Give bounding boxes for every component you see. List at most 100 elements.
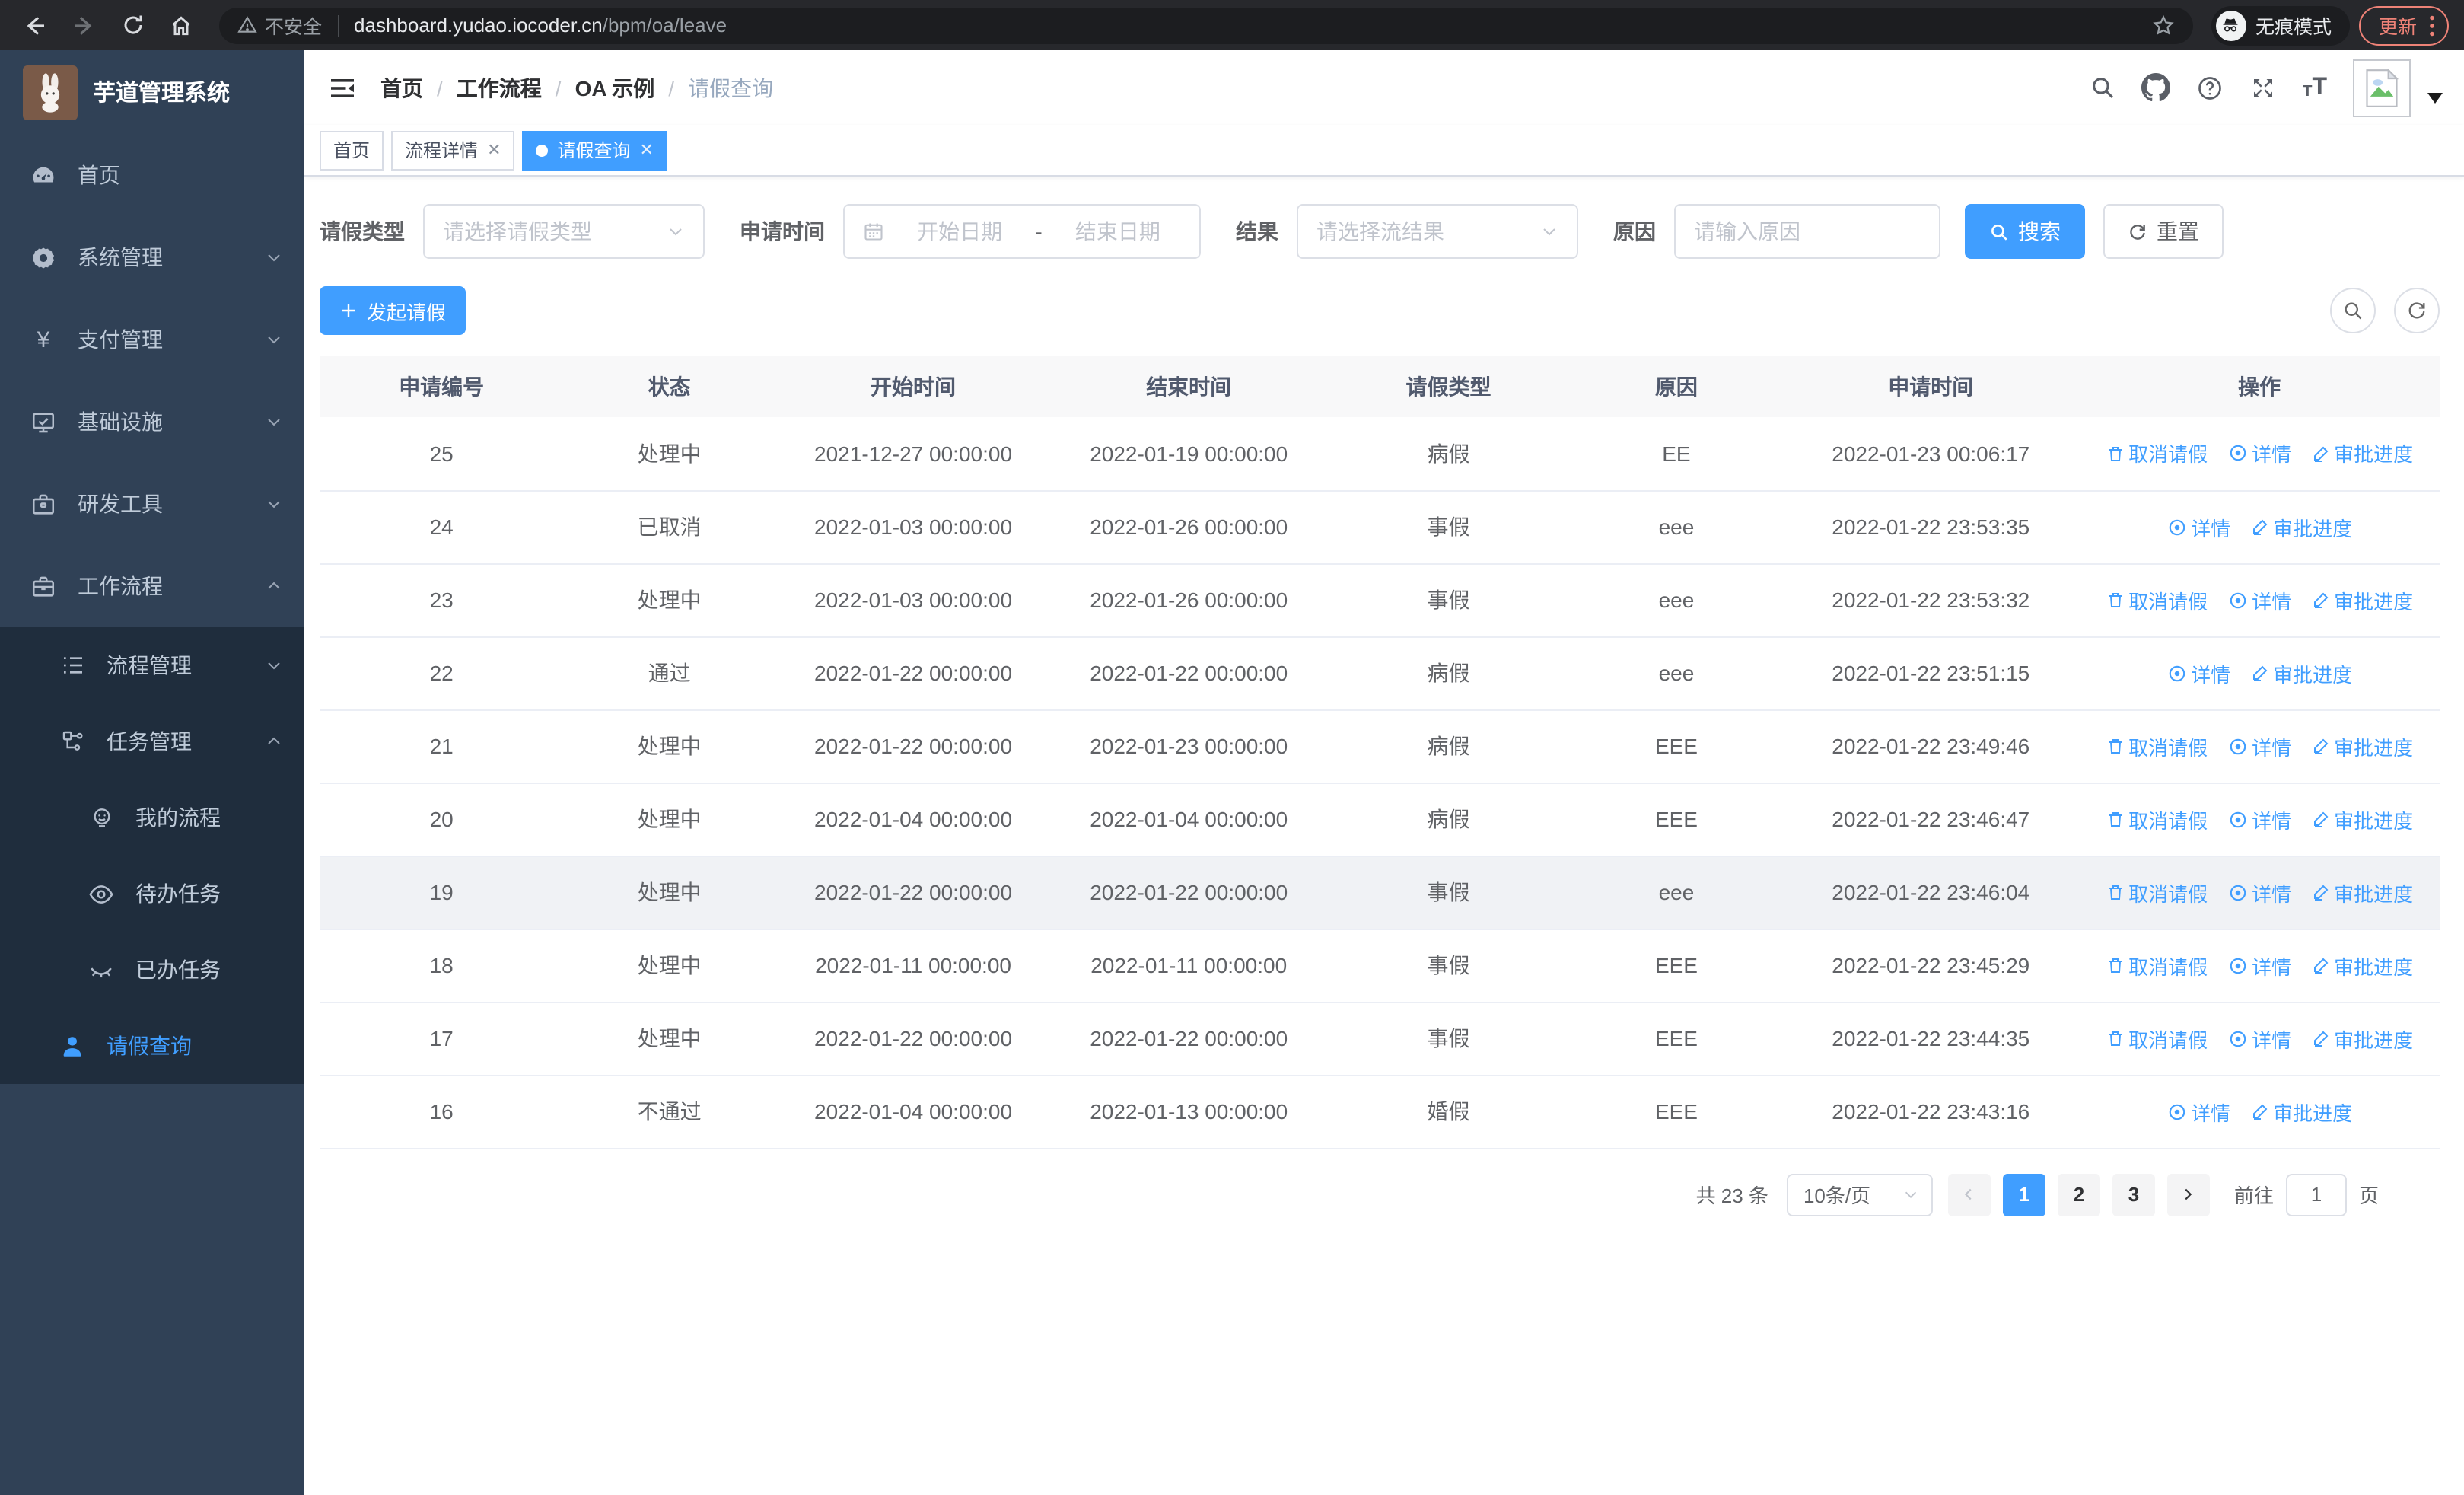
- search-icon[interactable]: [2090, 75, 2115, 100]
- cell-apply-id: 24: [320, 490, 564, 564]
- fullscreen-icon[interactable]: [2249, 74, 2277, 101]
- cancel-leave-link[interactable]: 取消请假: [2106, 951, 2208, 980]
- goto-page-input[interactable]: [2285, 1173, 2347, 1216]
- sidebar-item-label: 首页: [78, 163, 120, 187]
- breadcrumb-home[interactable]: 首页: [380, 72, 423, 103]
- page-button-2[interactable]: 2: [2057, 1173, 2100, 1216]
- page-button-3[interactable]: 3: [2112, 1173, 2155, 1216]
- sidebar-item-task-mgmt[interactable]: 任务管理: [0, 703, 304, 779]
- tab-leave-query[interactable]: 请假查询 ✕: [522, 130, 667, 170]
- sidebar-item-devtool[interactable]: 研发工具: [0, 463, 304, 545]
- create-leave-button[interactable]: 发起请假: [320, 286, 466, 335]
- page-button-1[interactable]: 1: [2002, 1173, 2045, 1216]
- approval-progress-link[interactable]: 审批进度: [2311, 585, 2413, 614]
- reset-button[interactable]: 重置: [2103, 204, 2224, 259]
- update-button[interactable]: 更新: [2358, 5, 2449, 45]
- detail-link[interactable]: 详情: [2166, 1097, 2230, 1126]
- search-button[interactable]: 搜索: [1965, 204, 2085, 259]
- reason-input[interactable]: 请输入原因: [1674, 204, 1940, 259]
- sidebar-item-todo-task[interactable]: 待办任务: [0, 856, 304, 932]
- approval-progress-link[interactable]: 审批进度: [2250, 658, 2352, 687]
- refresh-table-button[interactable]: [2394, 288, 2440, 333]
- approval-progress-link[interactable]: 审批进度: [2311, 878, 2413, 907]
- tab-label: 首页: [333, 140, 371, 161]
- sidebar-item-leave-query[interactable]: 请假查询: [0, 1008, 304, 1084]
- cell-end-time: 2022-01-22 00:00:00: [1051, 1002, 1327, 1076]
- sidebar-item-pay[interactable]: ¥ 支付管理: [0, 298, 304, 381]
- help-icon[interactable]: [2196, 74, 2224, 101]
- goto-page: 前往 页: [2234, 1173, 2379, 1216]
- sidebar-item-process-mgmt[interactable]: 流程管理: [0, 627, 304, 703]
- detail-link[interactable]: 详情: [2227, 878, 2291, 907]
- toggle-search-button[interactable]: [2330, 288, 2376, 333]
- prev-page-button[interactable]: [1947, 1173, 1991, 1216]
- cell-end-time: 2022-01-04 00:00:00: [1051, 783, 1327, 856]
- apply-time-range-picker[interactable]: 开始日期 - 结束日期: [843, 204, 1201, 259]
- cancel-leave-link[interactable]: 取消请假: [2106, 585, 2208, 614]
- reload-icon[interactable]: [113, 5, 152, 45]
- approval-progress-link[interactable]: 审批进度: [2311, 732, 2413, 760]
- approval-progress-link[interactable]: 审批进度: [2250, 512, 2352, 541]
- sidebar-item-label: 请假查询: [107, 1034, 192, 1058]
- detail-link[interactable]: 详情: [2227, 732, 2291, 760]
- result-select[interactable]: 请选择流结果: [1297, 204, 1578, 259]
- table-row: 17 处理中 2022-01-22 00:00:00 2022-01-22 00…: [320, 1002, 2440, 1076]
- column-header: 请假类型: [1326, 356, 1571, 417]
- security-warning[interactable]: 不安全: [237, 11, 322, 40]
- breadcrumb-workflow[interactable]: 工作流程: [457, 72, 542, 103]
- eye-icon: [2229, 1030, 2246, 1047]
- font-size-icon[interactable]: TT: [2303, 75, 2327, 100]
- cell-reason: eee: [1570, 856, 1783, 929]
- forward-icon[interactable]: [64, 5, 103, 45]
- eye-icon: [2229, 591, 2246, 608]
- detail-link[interactable]: 详情: [2166, 658, 2230, 687]
- close-icon[interactable]: ✕: [487, 140, 501, 160]
- bookmark-star-icon[interactable]: [2152, 14, 2175, 37]
- sidebar-item-my-process[interactable]: 我的流程: [0, 779, 304, 856]
- approval-progress-link[interactable]: 审批进度: [2311, 439, 2413, 468]
- sidebar-item-workflow[interactable]: 工作流程: [0, 545, 304, 627]
- cancel-leave-link[interactable]: 取消请假: [2106, 805, 2208, 834]
- app-logo[interactable]: 芋道管理系统: [0, 50, 304, 134]
- browser-menu-icon: [2430, 14, 2434, 36]
- leave-type-select[interactable]: 请选择请假类型: [423, 204, 705, 259]
- tab-home[interactable]: 首页: [320, 130, 384, 170]
- cell-apply-id: 23: [320, 563, 564, 637]
- column-header: 结束时间: [1051, 356, 1327, 417]
- next-page-button[interactable]: [2166, 1173, 2210, 1216]
- cell-apply-time: 2022-01-22 23:43:16: [1782, 1075, 2080, 1149]
- cancel-leave-link[interactable]: 取消请假: [2106, 878, 2208, 907]
- cancel-leave-link[interactable]: 取消请假: [2106, 439, 2208, 468]
- approval-progress-link[interactable]: 审批进度: [2311, 805, 2413, 834]
- sidebar-item-infra[interactable]: 基础设施: [0, 381, 304, 463]
- detail-link[interactable]: 详情: [2227, 951, 2291, 980]
- cancel-leave-link[interactable]: 取消请假: [2106, 1024, 2208, 1053]
- close-icon[interactable]: ✕: [640, 140, 654, 160]
- github-icon[interactable]: [2141, 73, 2171, 102]
- cell-apply-time: 2022-01-23 00:06:17: [1782, 417, 2080, 491]
- sidebar-item-done-task[interactable]: 已办任务: [0, 932, 304, 1008]
- detail-link[interactable]: 详情: [2166, 512, 2230, 541]
- tab-process-detail[interactable]: 流程详情 ✕: [391, 130, 515, 170]
- cell-reason: eee: [1570, 563, 1783, 637]
- detail-link[interactable]: 详情: [2227, 1024, 2291, 1053]
- breadcrumb-oa[interactable]: OA 示例: [575, 72, 655, 103]
- cancel-leave-link[interactable]: 取消请假: [2106, 732, 2208, 760]
- sidebar-item-home[interactable]: 首页: [0, 134, 304, 216]
- detail-link[interactable]: 详情: [2227, 805, 2291, 834]
- page-size-select[interactable]: 10条/页: [1786, 1173, 1933, 1216]
- detail-link[interactable]: 详情: [2227, 439, 2291, 468]
- caret-down-icon[interactable]: [2427, 93, 2443, 104]
- detail-link[interactable]: 详情: [2227, 585, 2291, 614]
- approval-progress-link[interactable]: 审批进度: [2311, 951, 2413, 980]
- home-icon[interactable]: [161, 5, 201, 45]
- approval-progress-link[interactable]: 审批进度: [2311, 1024, 2413, 1053]
- address-bar[interactable]: 不安全 dashboard.yudao.iocoder.cn/bpm/oa/le…: [219, 7, 2193, 43]
- select-placeholder: 请选择请假类型: [443, 219, 592, 244]
- table-row: 20 处理中 2022-01-04 00:00:00 2022-01-04 00…: [320, 783, 2440, 856]
- back-icon[interactable]: [15, 5, 55, 45]
- approval-progress-link[interactable]: 审批进度: [2250, 1097, 2352, 1126]
- sidebar-item-system[interactable]: 系统管理: [0, 216, 304, 298]
- avatar[interactable]: [2353, 59, 2411, 116]
- sidebar-fold-icon[interactable]: [329, 74, 356, 101]
